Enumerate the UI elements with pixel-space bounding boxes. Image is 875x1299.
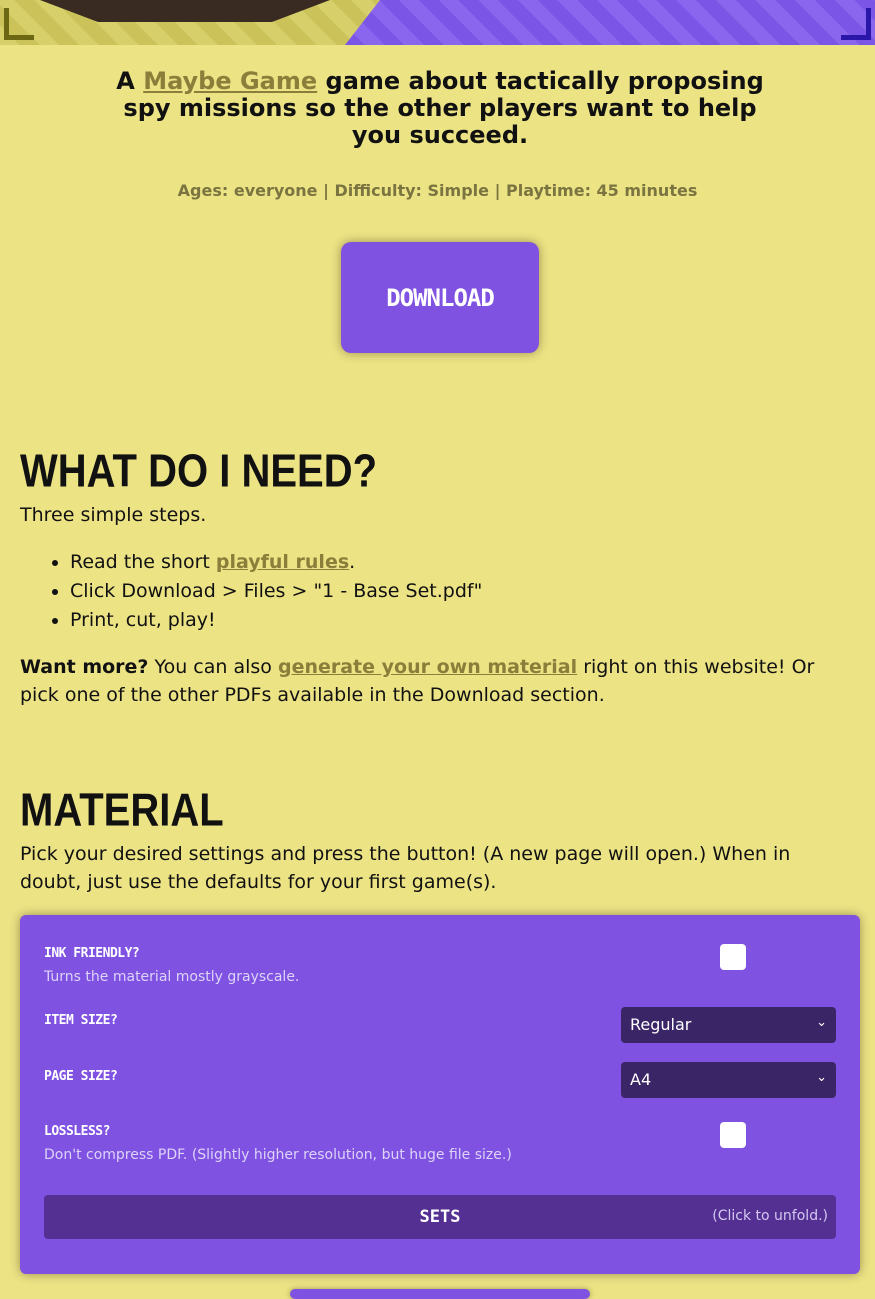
page-size-value: A4 <box>630 1070 652 1089</box>
page-size-select[interactable]: A4 ⌄ <box>621 1062 836 1098</box>
what-do-i-need-heading: WHAT DO I NEED? <box>20 446 378 497</box>
want-more-paragraph: Want more? You can also generate your ow… <box>20 653 855 709</box>
item-size-label: ITEM SIZE? <box>44 1013 118 1028</box>
game-meta: Ages: everyone | Difficulty: Simple | Pl… <box>177 181 698 200</box>
material-settings-panel: INK FRIENDLY? Turns the material mostly … <box>20 915 860 1274</box>
want-more-text1: You can also <box>154 656 272 678</box>
item-size-value: Regular <box>630 1015 692 1034</box>
chevron-down-icon: ⌄ <box>816 1015 827 1030</box>
material-heading: MATERIAL <box>20 785 224 836</box>
tagline: A Maybe Game game about tactically propo… <box>105 68 775 149</box>
lossless-checkbox[interactable] <box>720 1122 746 1148</box>
tagline-prefix: A <box>116 67 135 95</box>
generate-button-partial[interactable] <box>290 1289 590 1299</box>
lossless-desc: Don't compress PDF. (Slightly higher res… <box>44 1147 512 1163</box>
sets-toggle[interactable]: SETS (Click to unfold.) <box>44 1195 836 1239</box>
ink-friendly-label: INK FRIENDLY? <box>44 946 140 961</box>
header-banner <box>0 0 875 45</box>
want-more-bold: Want more? <box>20 656 149 678</box>
item-size-select[interactable]: Regular ⌄ <box>621 1007 836 1043</box>
ink-friendly-desc: Turns the material mostly grayscale. <box>44 969 300 985</box>
list-item: Print, cut, play! <box>70 606 850 635</box>
list-item: Read the short playful rules. <box>70 548 850 577</box>
material-intro: Pick your desired settings and press the… <box>20 843 791 893</box>
banner-pattern-right <box>345 0 875 45</box>
corner-bracket-right-icon <box>841 8 871 40</box>
need-intro: Three simple steps. <box>20 504 207 526</box>
list-item: Click Download > Files > "1 - Base Set.p… <box>70 577 850 606</box>
lossless-label: LOSSLESS? <box>44 1124 110 1139</box>
maybe-game-link[interactable]: Maybe Game <box>143 67 317 95</box>
steps-list: Read the short playful rules. Click Down… <box>20 548 850 635</box>
ink-friendly-checkbox[interactable] <box>720 944 746 970</box>
sets-hint: (Click to unfold.) <box>712 1208 828 1224</box>
step1-suffix: . <box>349 551 356 573</box>
corner-bracket-left-icon <box>4 8 34 40</box>
page-size-label: PAGE SIZE? <box>44 1069 118 1084</box>
step1-prefix: Read the short <box>70 551 210 573</box>
playful-rules-link[interactable]: playful rules <box>216 551 349 573</box>
chevron-down-icon: ⌄ <box>816 1070 827 1085</box>
generate-material-link[interactable]: generate your own material <box>278 656 577 678</box>
download-button[interactable]: DOWNLOAD <box>341 242 539 353</box>
